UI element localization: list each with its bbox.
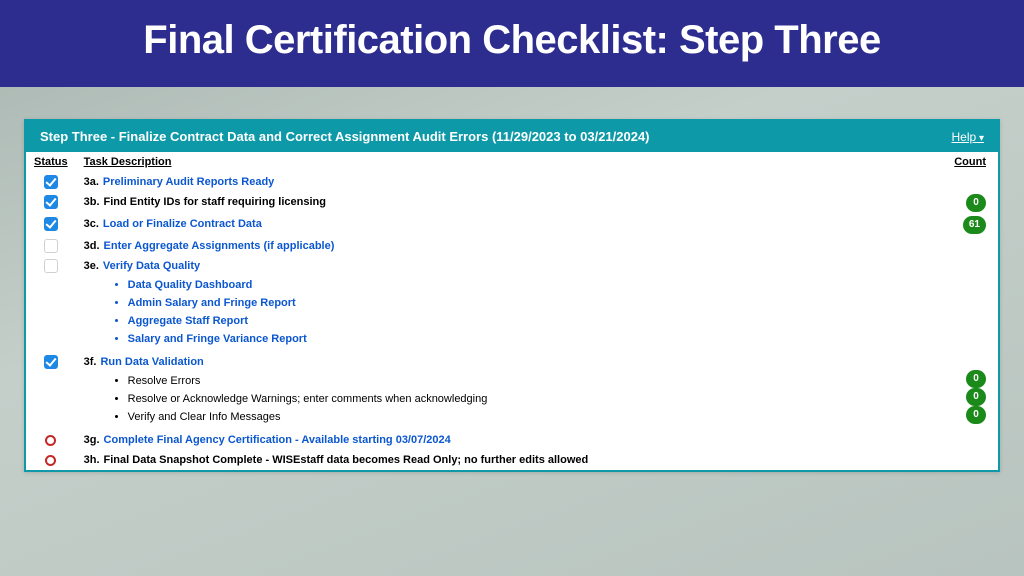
checkbox-icon[interactable] bbox=[44, 259, 58, 273]
task-row-3g: 3g. Complete Final Agency Certification … bbox=[26, 430, 998, 450]
count-badge[interactable]: 0 bbox=[966, 406, 986, 424]
subtext-clear-info: Verify and Clear Info Messages bbox=[128, 408, 939, 426]
task-link-load-contract[interactable]: Load or Finalize Contract Data bbox=[103, 216, 262, 232]
checkbox-icon[interactable] bbox=[44, 239, 58, 253]
task-row-3h: 3h. Final Data Snapshot Complete - WISEs… bbox=[26, 450, 998, 470]
task-prefix: 3c. bbox=[84, 216, 99, 232]
task-prefix: 3h. bbox=[84, 452, 100, 468]
circle-icon bbox=[45, 455, 56, 466]
task-prefix: 3e. bbox=[84, 258, 99, 274]
count-badge[interactable]: 0 bbox=[966, 388, 986, 406]
task-row-3b: 3b. Find Entity IDs for staff requiring … bbox=[26, 192, 998, 214]
panel-header: Step Three - Finalize Contract Data and … bbox=[26, 121, 998, 152]
count-badge[interactable]: 0 bbox=[966, 194, 986, 212]
panel-title: Step Three - Finalize Contract Data and … bbox=[40, 129, 650, 144]
checkbox-icon[interactable] bbox=[44, 217, 58, 231]
checkbox-icon[interactable] bbox=[44, 175, 58, 189]
task-link-final-cert[interactable]: Complete Final Agency Certification - Av… bbox=[104, 432, 451, 448]
sublink-data-quality-dashboard[interactable]: Data Quality Dashboard bbox=[128, 276, 939, 294]
task-row-3d: 3d. Enter Aggregate Assignments (if appl… bbox=[26, 236, 998, 256]
task-prefix: 3g. bbox=[84, 432, 100, 448]
task-prefix: 3d. bbox=[84, 238, 100, 254]
sublink-aggregate-staff-report[interactable]: Aggregate Staff Report bbox=[128, 312, 939, 330]
help-dropdown[interactable]: Help bbox=[952, 130, 985, 144]
col-count-header: Count bbox=[946, 152, 998, 172]
task-row-3e: 3e. Verify Data Quality Data Quality Das… bbox=[26, 256, 998, 352]
checklist-table: Status Task Description Count 3a. Prelim… bbox=[26, 152, 998, 470]
circle-icon bbox=[45, 435, 56, 446]
step-panel: Step Three - Finalize Contract Data and … bbox=[24, 119, 1000, 472]
task-prefix: 3b. bbox=[84, 194, 100, 210]
page-title-banner: Final Certification Checklist: Step Thre… bbox=[0, 0, 1024, 87]
subtext-resolve-errors: Resolve Errors bbox=[128, 372, 939, 390]
count-badge[interactable]: 61 bbox=[963, 216, 986, 234]
task-row-3f: 3f. Run Data Validation Resolve Errors R… bbox=[26, 352, 998, 430]
task-prefix: 3f. bbox=[84, 354, 97, 370]
col-status-header: Status bbox=[26, 152, 76, 172]
task-link-run-validation[interactable]: Run Data Validation bbox=[100, 354, 203, 370]
task-text-find-entity: Find Entity IDs for staff requiring lice… bbox=[104, 194, 326, 210]
sublink-salary-variance-report[interactable]: Salary and Fringe Variance Report bbox=[128, 330, 939, 348]
subtask-list: Data Quality Dashboard Admin Salary and … bbox=[128, 276, 939, 348]
checkbox-icon[interactable] bbox=[44, 355, 58, 369]
task-prefix: 3a. bbox=[84, 174, 99, 190]
sublink-admin-salary-report[interactable]: Admin Salary and Fringe Report bbox=[128, 294, 939, 312]
count-badge[interactable]: 0 bbox=[966, 370, 986, 388]
task-link-aggregate-assign[interactable]: Enter Aggregate Assignments (if applicab… bbox=[104, 238, 335, 254]
task-link-preliminary-audit[interactable]: Preliminary Audit Reports Ready bbox=[103, 174, 274, 190]
task-row-3a: 3a. Preliminary Audit Reports Ready bbox=[26, 172, 998, 192]
col-desc-header: Task Description bbox=[76, 152, 947, 172]
task-link-verify-quality[interactable]: Verify Data Quality bbox=[103, 258, 200, 274]
subtext-resolve-warnings: Resolve or Acknowledge Warnings; enter c… bbox=[128, 390, 939, 408]
task-text-snapshot: Final Data Snapshot Complete - WISEstaff… bbox=[104, 452, 589, 468]
task-row-3c: 3c. Load or Finalize Contract Data 61 bbox=[26, 214, 998, 236]
subtask-list: Resolve Errors Resolve or Acknowledge Wa… bbox=[128, 372, 939, 426]
checkbox-icon[interactable] bbox=[44, 195, 58, 209]
